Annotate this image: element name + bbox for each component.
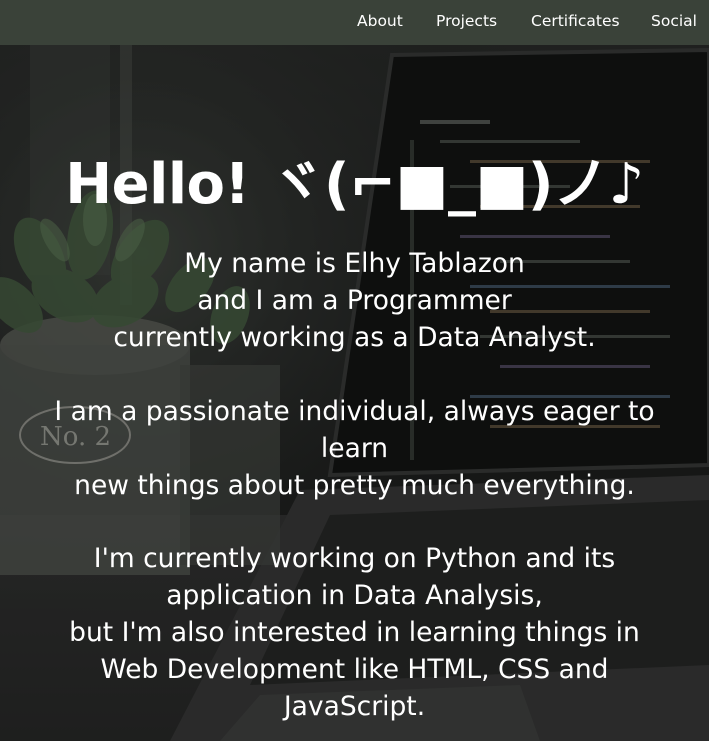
nav-link-certificates[interactable]: Certificates xyxy=(531,11,620,31)
nav-link-social[interactable]: Social xyxy=(651,11,697,31)
intro-line-1: My name is Elhy Tablazon xyxy=(184,248,525,279)
passion-line-3: new things about pretty much everything. xyxy=(74,470,635,501)
intro-line-2: and I am a Programmer xyxy=(197,285,512,316)
current-work-paragraph: I'm currently working on Python and its … xyxy=(0,540,709,725)
passion-line-1: I am a passionate individual, always eag… xyxy=(54,396,655,427)
passion-line-2: learn xyxy=(320,433,389,464)
passion-paragraph: I am a passionate individual, always eag… xyxy=(0,393,709,504)
nav-link-projects[interactable]: Projects xyxy=(436,11,497,31)
intro-paragraph: My name is Elhy Tablazon and I am a Prog… xyxy=(0,245,709,356)
nav-link-about[interactable]: About xyxy=(357,11,403,31)
current-line-3: but I'm also interested in learning thin… xyxy=(69,617,640,648)
current-line-5: JavaScript. xyxy=(283,691,426,722)
top-navbar: About Projects Certificates Social xyxy=(0,0,709,45)
intro-line-3: currently working as a Data Analyst. xyxy=(113,322,596,353)
hero-title: Hello! ヾ(⌐■_■)ノ♪ xyxy=(65,152,644,217)
current-line-2: application in Data Analysis, xyxy=(166,580,543,611)
current-line-1: I'm currently working on Python and its xyxy=(93,543,616,574)
hero-section: No. 2 Hello! ヾ(⌐■_■)ノ♪ My name is Elhy T… xyxy=(0,45,709,741)
portfolio-page: About Projects Certificates Social No. 2… xyxy=(0,0,709,741)
current-line-4: Web Development like HTML, CSS and xyxy=(100,654,609,685)
